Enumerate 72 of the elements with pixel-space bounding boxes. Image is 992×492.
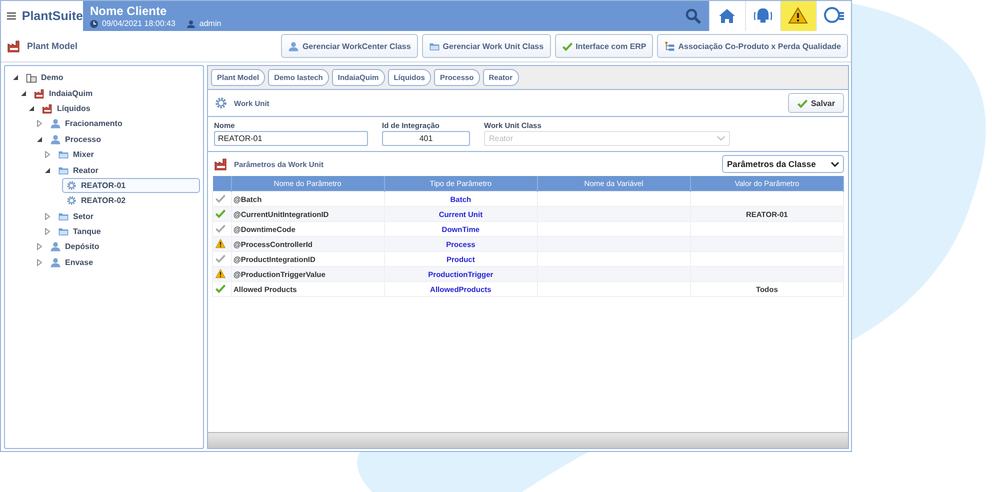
warning-icon (215, 238, 226, 248)
page-title: Plant Model (27, 41, 78, 51)
user-icon (50, 256, 61, 268)
tree-item[interactable]: Líquidos (38, 100, 94, 116)
gear-icon (66, 195, 77, 206)
caret-icon (831, 162, 839, 166)
toolbar-button[interactable]: Gerenciar WorkCenter Class (281, 34, 418, 58)
collapsed-arrow-icon[interactable] (35, 120, 44, 128)
expanded-arrow-icon[interactable] (11, 74, 20, 82)
user-icon (50, 241, 61, 252)
tree-icon (664, 40, 676, 52)
check-icon (215, 192, 226, 204)
user-icon (187, 20, 196, 28)
check-icon (215, 222, 226, 234)
input-field[interactable]: REATOR-01 (214, 131, 368, 146)
client-name: Nome Cliente (90, 4, 168, 18)
warning-button[interactable] (780, 1, 816, 31)
search-icon[interactable] (685, 8, 701, 24)
tree-item[interactable]: REATOR-02 (62, 193, 130, 208)
filter-select[interactable]: Parâmetros da Classe (722, 155, 844, 173)
gear-icon (66, 180, 77, 191)
collapsed-arrow-icon[interactable] (43, 228, 52, 236)
clock-icon (90, 20, 98, 28)
caret-icon (717, 136, 725, 141)
check-icon (796, 98, 808, 108)
collapsed-arrow-icon[interactable] (43, 212, 52, 220)
expanded-arrow-icon[interactable] (19, 90, 28, 97)
expanded-arrow-icon[interactable] (27, 104, 36, 112)
tree-item[interactable]: Setor (54, 208, 98, 224)
folder-icon (58, 164, 69, 176)
gear-icon (214, 96, 228, 110)
tree-item[interactable]: Mixer (54, 147, 98, 162)
tree-item[interactable]: Processo (46, 132, 106, 147)
folder-icon (58, 149, 69, 160)
brand-name: PlantSuite (22, 9, 83, 23)
factory-icon (34, 88, 45, 99)
folder-icon (58, 210, 69, 222)
factory-icon (42, 102, 53, 114)
user-icon (50, 118, 61, 130)
tree-item[interactable]: Tanque (54, 224, 105, 240)
expanded-arrow-icon[interactable] (35, 136, 44, 143)
toolbar-button[interactable]: Interface com ERP (554, 34, 654, 58)
menu-icon[interactable] (7, 11, 16, 21)
folder-icon (428, 40, 440, 52)
tree-item[interactable]: Reator (54, 162, 102, 178)
save-button[interactable]: Salvar (788, 93, 844, 113)
tree-item[interactable]: Fracionamento (46, 116, 126, 132)
building-icon (26, 72, 37, 84)
tree-item[interactable]: Depósito (46, 239, 104, 254)
collapsed-arrow-icon[interactable] (35, 258, 44, 266)
tree-item[interactable]: IndaiaQuim (30, 86, 97, 101)
collapsed-arrow-icon[interactable] (43, 151, 52, 158)
tree-item[interactable]: Envase (46, 254, 98, 270)
toolbar-button[interactable]: Associação Co-Produto x Perda Qualidade (657, 34, 848, 58)
check-icon (215, 208, 226, 218)
input-field[interactable]: 401 (382, 131, 470, 146)
user-icon (288, 40, 300, 52)
tree-item[interactable]: REATOR-01 (62, 178, 200, 193)
expanded-arrow-icon[interactable] (43, 166, 52, 174)
collapsed-arrow-icon[interactable] (35, 243, 44, 250)
check-icon (215, 252, 226, 264)
check-icon (215, 282, 226, 294)
toolbar-button[interactable]: Gerenciar Work Unit Class (422, 34, 551, 58)
folder-icon (58, 226, 69, 238)
user-icon (50, 134, 61, 145)
tree-item[interactable]: Demo (22, 70, 68, 86)
user-name: admin (199, 19, 222, 28)
factory-icon (7, 39, 21, 53)
warning-icon (215, 268, 226, 278)
factory-icon (214, 157, 228, 171)
check-icon (562, 40, 573, 52)
datetime: 09/04/2021 18:00:43 (102, 19, 176, 28)
